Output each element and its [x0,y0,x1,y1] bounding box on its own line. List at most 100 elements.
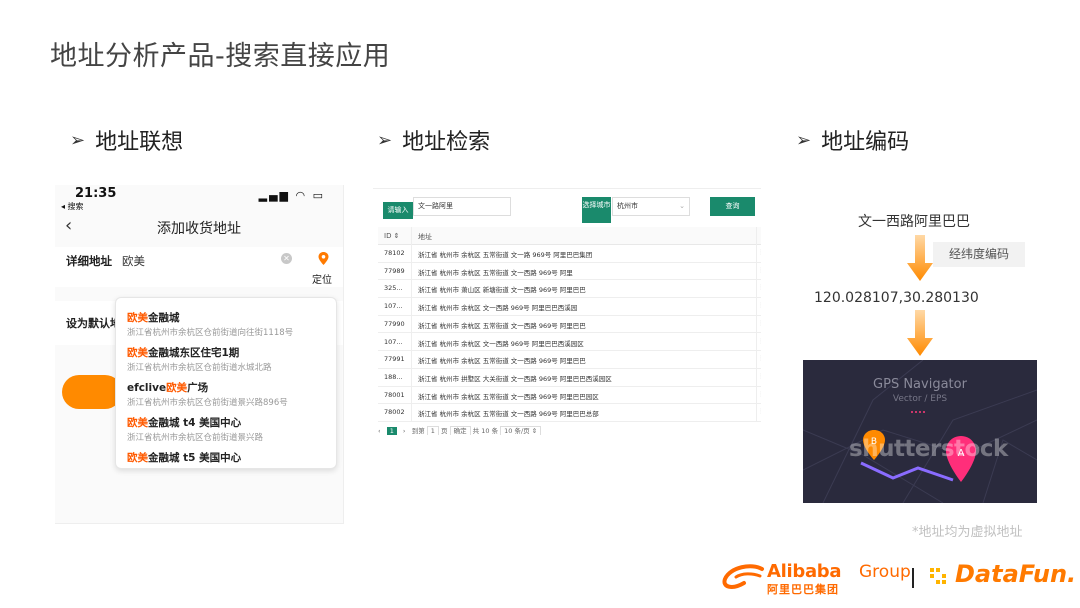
cell-id: 107... [384,302,403,311]
gps-navigator-image: B A GPS Navigator Vector / EPS shutterst… [803,360,1037,503]
column-id[interactable]: ID ⇕ [384,232,400,240]
cell-address: 浙江省 杭州市 萧山区 新塘街道 文一西路 969号 阿里巴巴 [418,286,586,295]
suggestion-item[interactable]: 欧美金融城 t4 美国中心 浙江省杭州市余杭区仓前街道景兴路 [127,415,332,443]
geocode-step-label: 经纬度编码 [933,242,1025,267]
cell-id: 107... [384,337,403,346]
section-header-geocode: ➢ 地址编码 [796,124,909,156]
detail-address-row: 详细地址 欧美 ✕ 定位 [55,247,343,287]
city-select[interactable]: 杭州市 ⌄ [612,197,690,216]
cell-address: 浙江省 杭州市 余杭区 五常街道 文一西路 969号 阿里巴巴 [418,321,586,330]
chevron-down-icon: ⌄ [679,202,685,210]
cell-id: 77989 [384,266,405,275]
query-button[interactable]: 查询 [710,197,755,216]
down-arrow-icon [907,235,933,281]
section-label: 地址联想 [95,130,184,155]
datafun-logo: DataFun. [928,560,1076,594]
page-input[interactable]: 1 [426,426,439,435]
current-page[interactable]: 1 [386,427,397,435]
logo-divider [912,568,914,588]
cell-id: 77991 [384,355,405,364]
row-more-icon[interactable]: ⋮ [758,248,761,256]
next-page-button[interactable]: › [403,427,406,435]
row-more-icon[interactable]: ⋮ [758,337,761,345]
phone-nav-bar: ‹ 添加收货地址 [55,213,343,241]
cell-id: 188... [384,372,403,381]
table-row[interactable]: 77990 浙江省 杭州市 余杭区 五常街道 文一西路 969号 阿里巴巴 ⋮ [378,314,761,334]
row-more-icon[interactable]: ⋮ [758,372,761,380]
pagination: ‹ 1 › 到第 1 页 确定 共 10 条 10 条/页 ⇕ [378,425,761,435]
table-row[interactable]: 78001 浙江省 杭州市 余杭区 五常街道 文一西路 969号 阿里巴巴园区 ⋮ [378,385,761,405]
row-more-icon[interactable]: ⋮ [758,266,761,274]
phone-screenshot: 21:35 ◂ 搜索 ▂▄▆ ◠ ▭ ‹ 添加收货地址 详细地址 欧美 ✕ 定位… [55,185,344,524]
status-time: 21:35 [75,186,117,201]
datafun-wordmark: DataFun. [955,560,1077,588]
section-label: 地址编码 [821,130,910,155]
gps-image-subtitle: Vector / EPS [892,394,948,404]
suggestion-address: 浙江省杭州市余杭区仓前街道向往街1118号 [127,328,294,338]
group-wordmark: Group [859,562,911,582]
save-button[interactable] [62,375,122,409]
cell-address: 浙江省 杭州市 余杭区 五常街道 文一西路 969号 阿里巴巴总部 [418,410,599,419]
row-more-icon[interactable]: ⋮ [758,319,761,327]
suggestion-item[interactable]: 欧美金融城 浙江省杭州市余杭区仓前街道向往街1118号 [127,310,332,338]
table-row[interactable]: 78102 浙江省 杭州市 余杭区 五常街道 文一路 969号 阿里巴巴集团 ⋮ [378,244,761,263]
footnote: *地址均为虚拟地址 [912,525,1023,540]
cell-id: 78001 [384,390,405,399]
suggestion-item[interactable]: efclive欧美广场 浙江省杭州市余杭区仓前街道景兴路896号 [127,380,332,408]
table-header: ID ⇕ 地址 [378,227,761,245]
row-more-icon[interactable]: ⋮ [758,407,761,415]
alibaba-group-logo: Alibaba Group 阿里巴巴集团 [722,561,911,596]
table-row[interactable]: 78002 浙江省 杭州市 余杭区 五常街道 文一西路 969号 阿里巴巴总部 ⋮ [378,403,761,422]
bullet-arrow-icon: ➢ [70,129,86,151]
goto-label: 到第 [411,427,425,435]
cell-address: 浙江省 杭州市 余杭区 五常街道 文一西路 969号 阿里巴巴园区 [418,392,599,401]
table-row[interactable]: 77991 浙江省 杭州市 余杭区 五常街道 文一西路 969号 阿里巴巴 ⋮ [378,350,761,369]
suggestion-dropdown: 欧美金融城 浙江省杭州市余杭区仓前街道向往街1118号 欧美金融城东区住宅1期 … [115,297,337,469]
suggestion-item[interactable]: 欧美金融城 t5 美国中心 [127,450,332,465]
default-address-label: 设为默认地 [66,317,121,330]
section-header-search: ➢ 地址检索 [377,124,490,156]
datafun-logo-icon [930,568,946,584]
page-size-select[interactable]: 10 条/页 ⇕ [500,426,542,435]
table-row[interactable]: 107... 浙江省 杭州市 余杭区 文一西路 969号 阿里巴巴西溪园 ⋮ [378,297,761,316]
detail-address-input[interactable]: 欧美 [122,253,145,269]
table-row[interactable]: 77989 浙江省 杭州市 余杭区 五常街道 文一西路 969号 阿里 ⋮ [378,261,761,281]
cell-id: 325... [384,284,403,293]
alibaba-logo-icon [722,564,764,589]
suggestion-address: 浙江省杭州市余杭区仓前街道景兴路 [127,433,264,443]
signal-wifi-battery-icon: ▂▄▆ ◠ ▭ [258,189,325,202]
confirm-button[interactable]: 确定 [449,426,471,435]
cell-id: 78002 [384,408,405,417]
down-arrow-icon [907,310,933,356]
table-row[interactable]: 188... 浙江省 杭州市 拱墅区 大关街道 文一西路 969号 阿里巴巴西溪园… [378,367,761,387]
row-more-icon[interactable]: ⋮ [758,354,761,362]
prev-page-button[interactable]: ‹ [378,427,381,435]
input-label-tag: 请输入 [383,202,413,219]
row-more-icon[interactable]: ⋮ [758,283,761,291]
locate-label[interactable]: 定位 [312,271,332,286]
alibaba-cn-wordmark: 阿里巴巴集团 [767,583,839,596]
suggestion-address: 浙江省杭州市余杭区仓前街道水城北路 [127,363,272,373]
section-header-suggest: ➢ 地址联想 [70,124,183,156]
clear-input-icon[interactable]: ✕ [281,253,292,264]
watermark: shutterstock [849,436,1008,462]
table-row[interactable]: 325... 浙江省 杭州市 萧山区 新塘街道 文一西路 969号 阿里巴巴 ⋮ [378,279,761,299]
suggestion-item[interactable]: 欧美金融城东区住宅1期 浙江省杭州市余杭区仓前街道水城北路 [127,345,332,373]
location-pin-icon[interactable] [318,252,329,265]
cell-address: 浙江省 杭州市 余杭区 五常街道 文一西路 969号 阿里 [418,268,573,277]
cell-address: 浙江省 杭州市 余杭区 五常街道 文一路 969号 阿里巴巴集团 [418,251,593,259]
cell-address: 浙江省 杭州市 拱墅区 大关街道 文一西路 969号 阿里巴巴西溪园区 [418,374,612,383]
nav-title: 添加收货地址 [157,221,241,237]
address-search-panel: 请输入 文一路阿里 选择城市 杭州市 ⌄ 查询 ID ⇕ 地址 78102 浙江省… [373,188,761,435]
table-row[interactable]: 107... 浙江省 杭州市 余杭区 文一西路 969号 阿里巴巴西溪园区 ⋮ [378,332,761,352]
total-count: 共 10 条 [472,427,499,435]
gps-image-title: GPS Navigator [873,377,967,392]
column-address: 地址 [418,233,432,241]
row-more-icon[interactable]: ⋮ [758,390,761,398]
suggestion-address: 浙江省杭州市余杭区仓前街道景兴路896号 [127,398,288,408]
section-label: 地址检索 [402,130,491,155]
back-to-app-link[interactable]: ◂ 搜索 [61,201,84,212]
alibaba-wordmark: Alibaba [767,561,842,582]
row-more-icon[interactable]: ⋮ [758,301,761,309]
search-input[interactable]: 文一路阿里 [413,197,511,216]
